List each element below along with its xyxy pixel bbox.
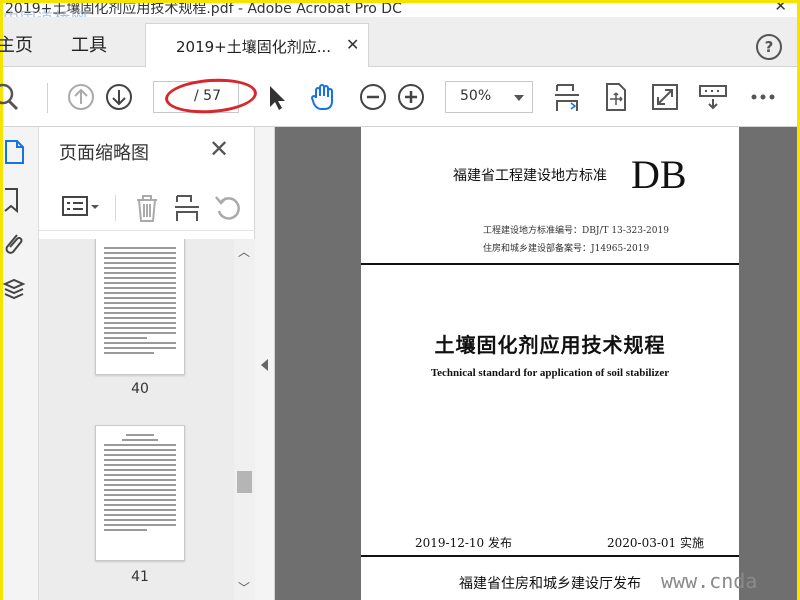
thumbnail-page-number: 41 <box>131 569 149 585</box>
more-options-icon[interactable] <box>747 81 779 113</box>
left-navigation-rail <box>3 127 39 600</box>
document-view[interactable]: 福建省工程建设地方标准 DB 工程建设地方标准编号：DBJ/T 13-323-2… <box>275 127 797 600</box>
previous-page-icon[interactable] <box>65 81 97 113</box>
zoom-in-icon[interactable] <box>395 81 427 113</box>
panel-title: 页面缩略图 <box>59 143 149 164</box>
panel-collapse-strip[interactable] <box>255 127 275 600</box>
implement-date: 2020-03-01 实施 <box>607 536 705 550</box>
thumbnail-page-number: 40 <box>131 381 149 397</box>
chevron-up-icon[interactable]: ︿ <box>238 243 250 260</box>
insert-page-icon[interactable] <box>173 193 201 223</box>
chevron-down-icon[interactable]: ﹀ <box>238 579 250 596</box>
record-number: 住房和城乡建设部备案号：J14965-2019 <box>483 244 650 254</box>
thumbnail-page-41[interactable] <box>95 425 185 561</box>
tab-home[interactable]: 主页 <box>0 31 33 57</box>
tab-document[interactable]: 2019+土壤固化剂应... ✕ <box>145 23 369 68</box>
collapse-arrow-icon[interactable] <box>261 359 268 371</box>
main-toolbar: / 57 50% <box>0 67 797 127</box>
select-cursor-icon[interactable] <box>261 81 293 113</box>
issue-date: 2019-12-10 发布 <box>415 536 513 550</box>
zoom-value: 50% <box>460 88 492 104</box>
bookmark-icon[interactable] <box>3 187 29 213</box>
close-panel-button[interactable]: ✕ <box>209 135 229 163</box>
tab-tools[interactable]: 工具 <box>71 31 107 57</box>
thumbnail-options-icon[interactable] <box>61 193 103 221</box>
standard-code: 工程建设地方标准编号：DBJ/T 13-323-2019 <box>483 226 669 236</box>
search-icon[interactable] <box>0 81 23 113</box>
thumbnail-toolbar <box>39 183 255 231</box>
page-fit-icon[interactable] <box>551 81 583 113</box>
divider-line <box>361 263 739 265</box>
read-mode-icon[interactable] <box>697 81 729 113</box>
window-close-button[interactable]: ✕ <box>774 3 787 15</box>
tab-close-button[interactable]: ✕ <box>346 35 359 54</box>
toolbar-separator <box>47 83 48 113</box>
watermark-url: www.cnda <box>661 569 758 593</box>
thumbnail-panel: 页面缩略图 ✕ 40 41 ︿ ﹀ <box>39 127 255 600</box>
thumbnail-scrollbar[interactable]: ︿ ﹀ <box>234 239 255 600</box>
thumbnail-list: 40 41 <box>39 239 234 600</box>
tab-document-label: 2019+土壤固化剂应... <box>176 38 332 56</box>
db-mark: DB <box>631 152 687 197</box>
divider-line <box>361 555 739 557</box>
tab-bar: 主页 工具 2019+土壤固化剂应... ✕ ? <box>0 17 797 68</box>
standard-org-label: 福建省工程建设地方标准 <box>453 168 607 184</box>
window-titlebar: 2019+土壤固化剂应用技术规程.pdf - Adobe Acrobat Pro… <box>3 3 797 17</box>
chevron-down-icon <box>514 95 524 101</box>
page-thumbnails-icon[interactable] <box>3 139 29 165</box>
zoom-select[interactable]: 50% <box>445 81 533 113</box>
zoom-out-icon[interactable] <box>357 81 389 113</box>
document-page: 福建省工程建设地方标准 DB 工程建设地方标准编号：DBJ/T 13-323-2… <box>361 127 739 600</box>
attachment-icon[interactable] <box>3 231 29 257</box>
rotate-view-icon[interactable] <box>599 81 631 113</box>
document-title: 土壤固化剂应用技术规程 <box>434 333 666 357</box>
scrollbar-thumb[interactable] <box>237 471 252 493</box>
help-button[interactable]: ? <box>756 34 782 60</box>
delete-page-icon[interactable] <box>133 193 161 223</box>
next-page-icon[interactable] <box>103 81 135 113</box>
toolbar-separator <box>115 195 116 221</box>
thumbnail-page-40[interactable] <box>95 239 185 375</box>
rotate-page-icon[interactable] <box>213 193 243 223</box>
hand-tool-icon[interactable] <box>307 81 339 113</box>
layers-icon[interactable] <box>3 277 29 303</box>
document-title-english: Technical standard for application of so… <box>430 367 670 379</box>
full-screen-icon[interactable] <box>649 81 681 113</box>
